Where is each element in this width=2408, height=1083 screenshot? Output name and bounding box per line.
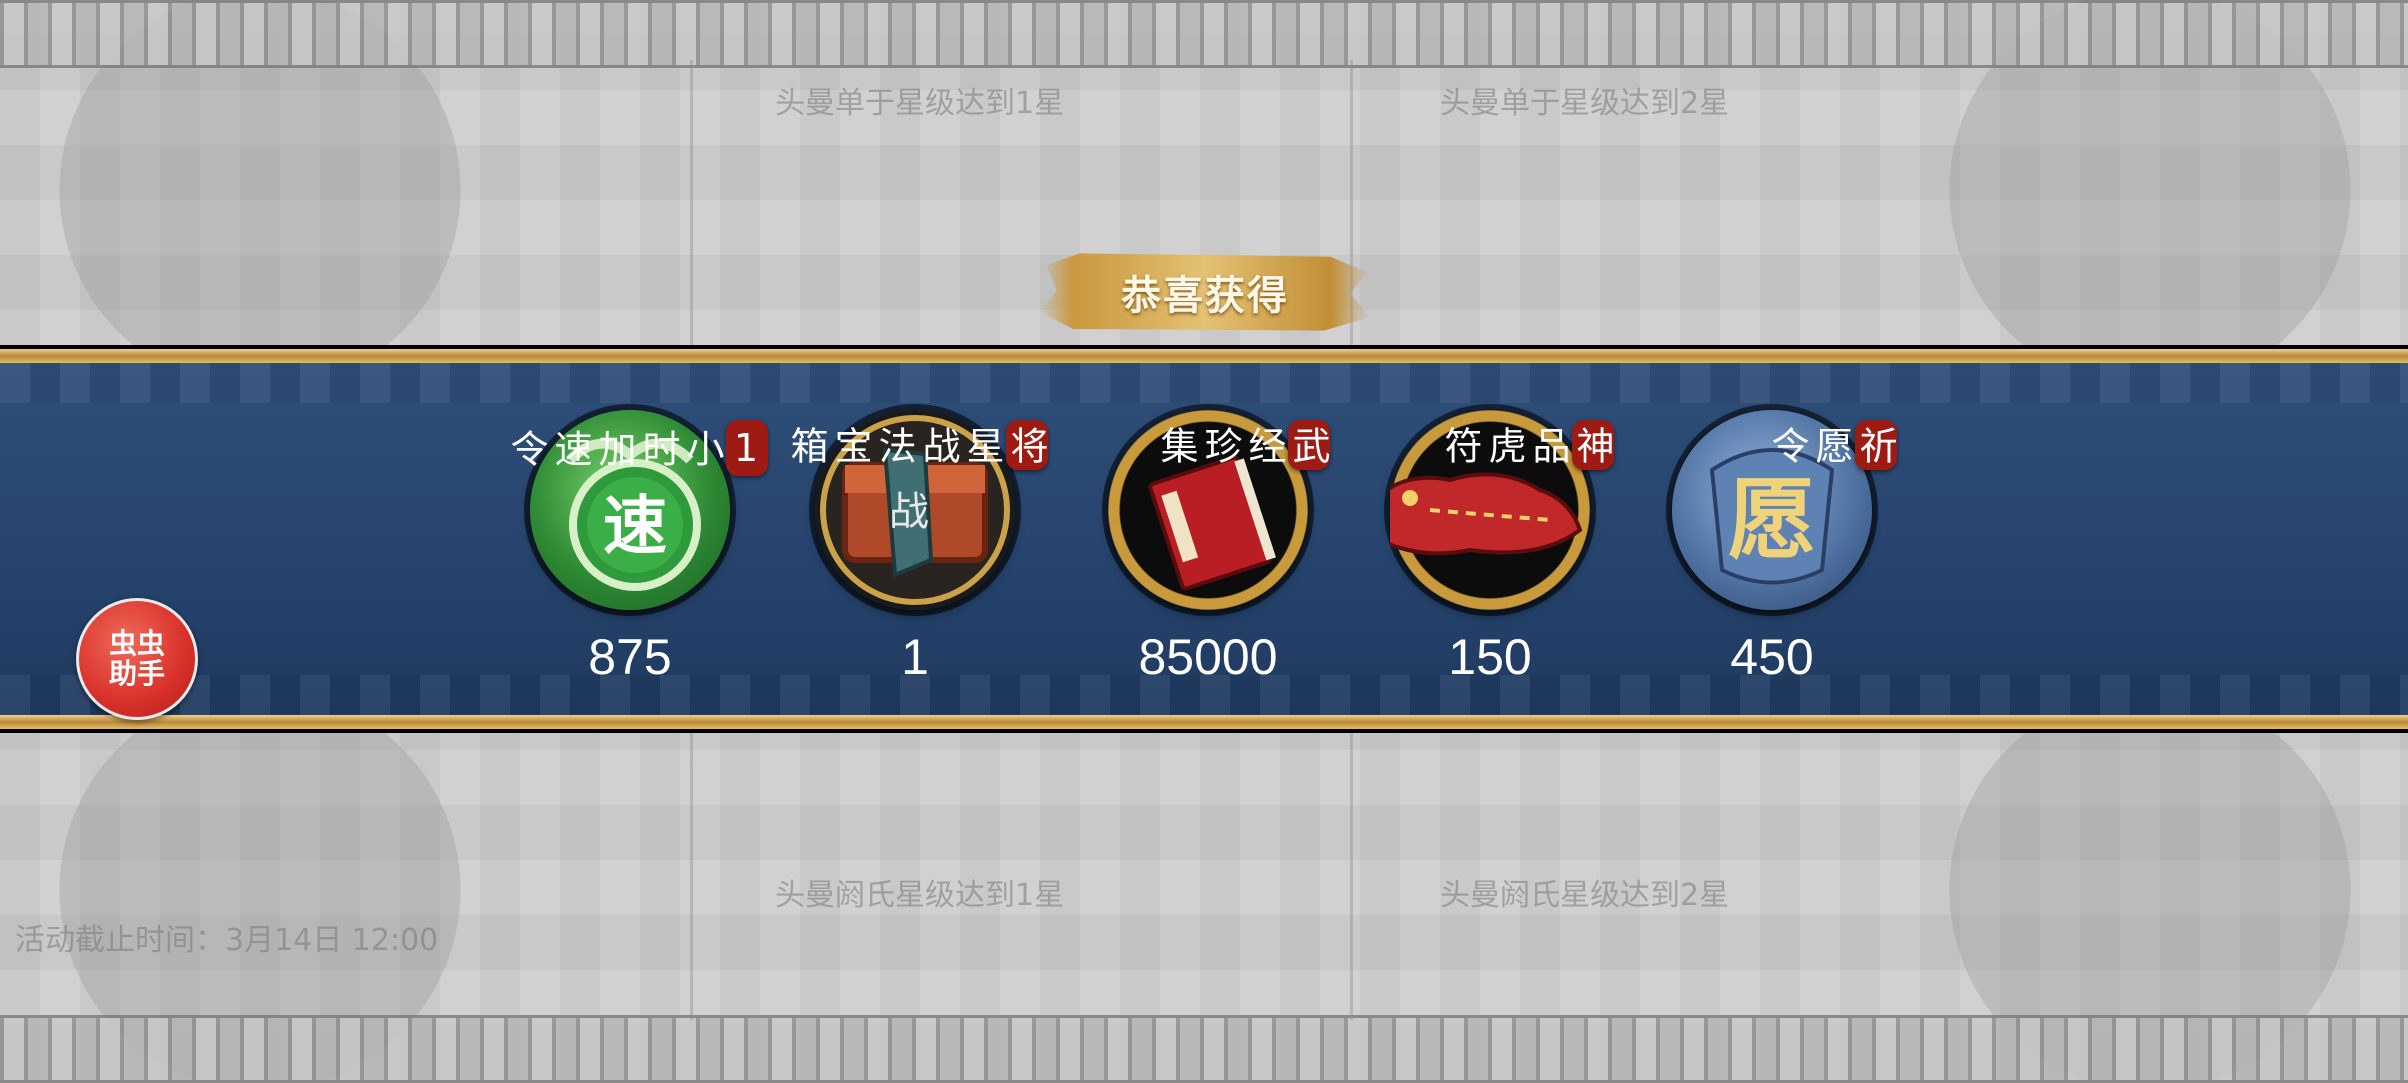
bottom-frieze xyxy=(0,1015,2408,1083)
bg-task-text: 头曼阏氏星级达到2星 xyxy=(1440,878,1730,913)
reward-name-tag: 1小时加速令 xyxy=(504,420,768,476)
band-pattern xyxy=(0,363,2408,403)
popup-title: 恭喜获得 xyxy=(1121,272,1289,319)
bg-task-text: 头曼阏氏星级达到1星 xyxy=(775,878,1065,913)
bg-task-text: 头曼单于星级达到1星 xyxy=(775,86,1065,121)
reward-count: 85000 xyxy=(1138,629,1278,685)
event-time-text: 活动截止时间：3月14日 12:00 xyxy=(15,923,439,958)
reward-count: 150 xyxy=(1448,629,1532,685)
svg-text:速: 速 xyxy=(603,490,667,564)
helper-float-button[interactable]: 虫虫 助手 xyxy=(76,598,198,720)
svg-text:愿: 愿 xyxy=(1728,467,1816,571)
gold-border-bottom xyxy=(0,715,2408,729)
gold-border-top xyxy=(0,349,2408,363)
reward-count: 875 xyxy=(588,629,672,685)
reward-count: 1 xyxy=(901,629,929,685)
reward-title-banner: 恭喜获得 xyxy=(1040,253,1370,331)
reward-name-tag: 神品虎符 xyxy=(1438,420,1614,470)
reward-name-tag: 将星战法宝箱 xyxy=(784,420,1048,470)
reward-name-tag: 祈愿令 xyxy=(1765,420,1897,470)
svg-text:战: 战 xyxy=(889,489,929,535)
top-frieze xyxy=(0,0,2408,68)
bg-task-text: 头曼单于星级达到2星 xyxy=(1440,86,1730,121)
reward-name-tag: 武经珍集 xyxy=(1154,420,1330,470)
reward-count: 450 xyxy=(1730,629,1814,685)
